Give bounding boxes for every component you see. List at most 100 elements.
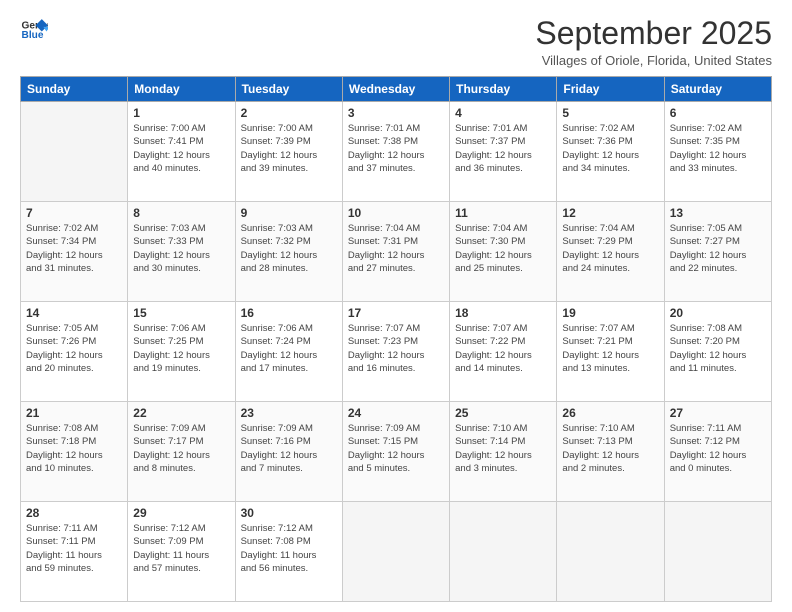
cell-info: Sunrise: 7:06 AM Sunset: 7:24 PM Dayligh… [241, 322, 337, 375]
cell-2-4: 10 Sunrise: 7:04 AM Sunset: 7:31 PM Dayli… [342, 202, 449, 302]
day-number: 15 [133, 306, 229, 320]
cell-3-7: 20Sunrise: 7:08 AM Sunset: 7:20 PM Dayli… [664, 302, 771, 402]
day-number: 19 [562, 306, 658, 320]
title-block: September 2025 Villages of Oriole, Flori… [535, 16, 772, 68]
day-number: 7 [26, 206, 122, 220]
day-number: 24 [348, 406, 444, 420]
cell-info: Sunrise: 7:05 AM Sunset: 7:26 PM Dayligh… [26, 322, 122, 375]
cell-2-6: 12Sunrise: 7:04 AM Sunset: 7:29 PM Dayli… [557, 202, 664, 302]
day-number: 1 [133, 106, 229, 120]
cell-info: Sunrise: 7:09 AM Sunset: 7:16 PM Dayligh… [241, 422, 337, 475]
day-number: 22 [133, 406, 229, 420]
cell-4-4: 24 Sunrise: 7:09 AM Sunset: 7:15 PM Dayli… [342, 402, 449, 502]
cell-info: Sunrise: 7:02 AM Sunset: 7:35 PM Dayligh… [670, 122, 766, 175]
cell-info: Sunrise: 7:11 AM Sunset: 7:12 PM Dayligh… [670, 422, 766, 475]
cell-info: Sunrise: 7:05 AM Sunset: 7:27 PM Dayligh… [670, 222, 766, 275]
cell-4-2: 22 Sunrise: 7:09 AM Sunset: 7:17 PM Dayli… [128, 402, 235, 502]
cell-4-1: 21Sunrise: 7:08 AM Sunset: 7:18 PM Dayli… [21, 402, 128, 502]
cell-info: Sunrise: 7:08 AM Sunset: 7:20 PM Dayligh… [670, 322, 766, 375]
cell-1-5: 4 Sunrise: 7:01 AM Sunset: 7:37 PM Daylig… [450, 102, 557, 202]
cell-info: Sunrise: 7:07 AM Sunset: 7:22 PM Dayligh… [455, 322, 551, 375]
cell-4-5: 25 Sunrise: 7:10 AM Sunset: 7:14 PM Dayli… [450, 402, 557, 502]
week-row-5: 28 Sunrise: 7:11 AM Sunset: 7:11 PM Dayli… [21, 502, 772, 602]
cell-info: Sunrise: 7:11 AM Sunset: 7:11 PM Dayligh… [26, 522, 122, 575]
cell-info: Sunrise: 7:09 AM Sunset: 7:15 PM Dayligh… [348, 422, 444, 475]
cell-1-7: 6 Sunrise: 7:02 AM Sunset: 7:35 PM Daylig… [664, 102, 771, 202]
cell-1-1 [21, 102, 128, 202]
cell-info: Sunrise: 7:04 AM Sunset: 7:30 PM Dayligh… [455, 222, 551, 275]
week-row-2: 7 Sunrise: 7:02 AM Sunset: 7:34 PM Daylig… [21, 202, 772, 302]
day-number: 11 [455, 206, 551, 220]
week-row-4: 21Sunrise: 7:08 AM Sunset: 7:18 PM Dayli… [21, 402, 772, 502]
col-friday: Friday [557, 77, 664, 102]
month-title: September 2025 [535, 16, 772, 51]
day-number: 14 [26, 306, 122, 320]
cell-info: Sunrise: 7:07 AM Sunset: 7:21 PM Dayligh… [562, 322, 658, 375]
header-row: Sunday Monday Tuesday Wednesday Thursday… [21, 77, 772, 102]
day-number: 29 [133, 506, 229, 520]
cell-4-3: 23 Sunrise: 7:09 AM Sunset: 7:16 PM Dayli… [235, 402, 342, 502]
day-number: 26 [562, 406, 658, 420]
cell-2-1: 7 Sunrise: 7:02 AM Sunset: 7:34 PM Daylig… [21, 202, 128, 302]
col-sunday: Sunday [21, 77, 128, 102]
cell-5-1: 28 Sunrise: 7:11 AM Sunset: 7:11 PM Dayli… [21, 502, 128, 602]
cell-3-5: 18 Sunrise: 7:07 AM Sunset: 7:22 PM Dayli… [450, 302, 557, 402]
cell-info: Sunrise: 7:03 AM Sunset: 7:32 PM Dayligh… [241, 222, 337, 275]
cell-info: Sunrise: 7:09 AM Sunset: 7:17 PM Dayligh… [133, 422, 229, 475]
cell-1-6: 5 Sunrise: 7:02 AM Sunset: 7:36 PM Daylig… [557, 102, 664, 202]
cell-5-2: 29Sunrise: 7:12 AM Sunset: 7:09 PM Dayli… [128, 502, 235, 602]
day-number: 18 [455, 306, 551, 320]
subtitle: Villages of Oriole, Florida, United Stat… [535, 53, 772, 68]
cell-5-3: 30 Sunrise: 7:12 AM Sunset: 7:08 PM Dayli… [235, 502, 342, 602]
cell-2-5: 11 Sunrise: 7:04 AM Sunset: 7:30 PM Dayli… [450, 202, 557, 302]
col-thursday: Thursday [450, 77, 557, 102]
svg-text:Blue: Blue [22, 30, 44, 41]
week-row-1: 1 Sunrise: 7:00 AM Sunset: 7:41 PM Daylig… [21, 102, 772, 202]
day-number: 25 [455, 406, 551, 420]
cell-5-6 [557, 502, 664, 602]
logo: General Blue [20, 16, 50, 44]
day-number: 3 [348, 106, 444, 120]
day-number: 28 [26, 506, 122, 520]
cell-info: Sunrise: 7:01 AM Sunset: 7:37 PM Dayligh… [455, 122, 551, 175]
cell-3-6: 19 Sunrise: 7:07 AM Sunset: 7:21 PM Dayli… [557, 302, 664, 402]
calendar-table: Sunday Monday Tuesday Wednesday Thursday… [20, 76, 772, 602]
header: General Blue September 2025 Villages of … [20, 16, 772, 68]
day-number: 27 [670, 406, 766, 420]
logo-icon: General Blue [20, 16, 48, 44]
cell-1-2: 1 Sunrise: 7:00 AM Sunset: 7:41 PM Daylig… [128, 102, 235, 202]
cell-info: Sunrise: 7:01 AM Sunset: 7:38 PM Dayligh… [348, 122, 444, 175]
cell-info: Sunrise: 7:00 AM Sunset: 7:41 PM Dayligh… [133, 122, 229, 175]
cell-5-5 [450, 502, 557, 602]
col-tuesday: Tuesday [235, 77, 342, 102]
day-number: 23 [241, 406, 337, 420]
cell-info: Sunrise: 7:06 AM Sunset: 7:25 PM Dayligh… [133, 322, 229, 375]
cell-info: Sunrise: 7:04 AM Sunset: 7:31 PM Dayligh… [348, 222, 444, 275]
day-number: 13 [670, 206, 766, 220]
cell-5-7 [664, 502, 771, 602]
cell-2-2: 8Sunrise: 7:03 AM Sunset: 7:33 PM Daylig… [128, 202, 235, 302]
week-row-3: 14 Sunrise: 7:05 AM Sunset: 7:26 PM Dayli… [21, 302, 772, 402]
col-monday: Monday [128, 77, 235, 102]
day-number: 21 [26, 406, 122, 420]
col-wednesday: Wednesday [342, 77, 449, 102]
cell-info: Sunrise: 7:02 AM Sunset: 7:36 PM Dayligh… [562, 122, 658, 175]
col-saturday: Saturday [664, 77, 771, 102]
cell-4-6: 26Sunrise: 7:10 AM Sunset: 7:13 PM Dayli… [557, 402, 664, 502]
cell-info: Sunrise: 7:12 AM Sunset: 7:08 PM Dayligh… [241, 522, 337, 575]
day-number: 16 [241, 306, 337, 320]
day-number: 30 [241, 506, 337, 520]
day-number: 17 [348, 306, 444, 320]
cell-3-4: 17 Sunrise: 7:07 AM Sunset: 7:23 PM Dayli… [342, 302, 449, 402]
day-number: 5 [562, 106, 658, 120]
cell-info: Sunrise: 7:07 AM Sunset: 7:23 PM Dayligh… [348, 322, 444, 375]
day-number: 4 [455, 106, 551, 120]
day-number: 6 [670, 106, 766, 120]
day-number: 2 [241, 106, 337, 120]
cell-info: Sunrise: 7:10 AM Sunset: 7:14 PM Dayligh… [455, 422, 551, 475]
day-number: 12 [562, 206, 658, 220]
cell-5-4 [342, 502, 449, 602]
day-number: 8 [133, 206, 229, 220]
cell-info: Sunrise: 7:02 AM Sunset: 7:34 PM Dayligh… [26, 222, 122, 275]
day-number: 10 [348, 206, 444, 220]
